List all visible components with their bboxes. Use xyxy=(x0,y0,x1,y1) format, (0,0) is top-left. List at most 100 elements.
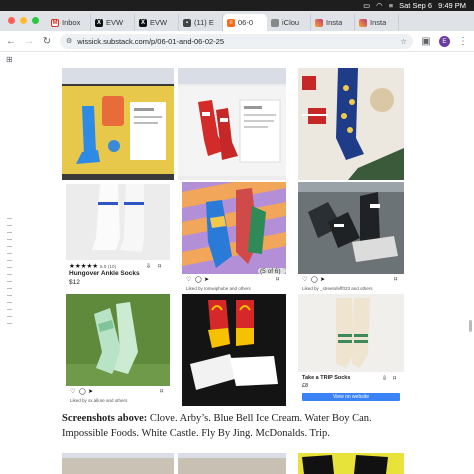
fly-by-jing-socks-illustration xyxy=(66,294,170,386)
gallery-image-impossible[interactable]: (5 of 6) ♡ ◯ ➤ ⌑ Liked by tomwiphube and… xyxy=(182,182,286,296)
tab-label: Inbox xyxy=(62,18,81,27)
heart-icon[interactable]: ♡ xyxy=(186,276,191,283)
substack-icon: ≡ xyxy=(227,18,235,27)
heart-icon[interactable]: ♡ xyxy=(302,276,307,283)
product-name: Hungover Ankle Socks xyxy=(69,270,140,277)
comment-icon[interactable]: ◯ xyxy=(311,276,318,283)
instagram-icon xyxy=(359,18,367,27)
reload-icon[interactable]: ↻ xyxy=(42,36,52,47)
mcdonalds-socks-illustration xyxy=(182,294,286,406)
rating-count: (10) xyxy=(108,264,117,269)
address-bar[interactable]: ⚙ wissick.substack.com/p/06-01-and-06-02… xyxy=(60,33,413,49)
post-rating: ★★★★★ 5.0 (10) xyxy=(69,263,117,270)
comment-icon[interactable]: ◯ xyxy=(195,276,202,283)
more-menu-icon[interactable]: ⋮ xyxy=(458,36,468,47)
tab-instagram-1[interactable]: Insta xyxy=(311,14,355,31)
send-icon[interactable]: ➤ xyxy=(320,276,325,283)
tab-label: 06-0 xyxy=(238,18,254,27)
product-name: Take a TRIP Socks xyxy=(302,375,351,381)
page-content: ★★★★★ 5.0 (10) ⇩ ⌑ Hungover Ankle Socks … xyxy=(0,68,474,474)
app-icon: ▪ xyxy=(183,18,191,27)
tab-label: (11) E xyxy=(194,18,214,27)
apple-icon xyxy=(271,18,279,27)
url-text[interactable]: wissick.substack.com/p/06-01-and-06-02-2… xyxy=(77,37,224,46)
site-info-icon[interactable]: ⚙ xyxy=(66,37,72,45)
x-icon: X xyxy=(139,18,147,27)
battery-icon[interactable]: ▭ xyxy=(363,0,370,11)
back-arrow-icon[interactable]: ← xyxy=(6,36,16,47)
clove-socks-illustration xyxy=(76,96,166,164)
x-icon: X xyxy=(95,18,103,27)
tab-strip: M Inbox X EVW X EVW ▪ (11) E ≡ 06-0 iClo… xyxy=(0,11,474,31)
send-icon[interactable]: ➤ xyxy=(204,276,209,283)
gallery-image-fly-by-jing[interactable]: ♡ ◯ ➤ ⌑ Liked by sx.allure and others xyxy=(66,294,170,406)
scroll-progress-marks xyxy=(7,218,13,330)
comment-icon[interactable]: ◯ xyxy=(79,388,86,395)
tab-label: EVW xyxy=(106,18,124,27)
macos-menubar: ▭ ◠ ≡ Sat Sep 6 9:49 PM xyxy=(0,0,474,11)
gallery-image-water-boy[interactable]: ★★★★★ 5.0 (10) ⇩ ⌑ Hungover Ankle Socks … xyxy=(66,184,170,296)
next-socks-illustration xyxy=(298,453,404,474)
tab-label: Insta xyxy=(370,18,387,27)
bookmark-icon[interactable]: ⌑ xyxy=(276,276,279,283)
gallery-image-next-1[interactable] xyxy=(62,453,174,474)
trip-socks-illustration xyxy=(298,294,404,372)
window-controls xyxy=(0,17,47,31)
likes-text: Liked by sx.allure and others xyxy=(70,398,128,403)
rating-value: 5.0 xyxy=(99,264,107,269)
tab-x-2[interactable]: X EVW xyxy=(135,14,179,31)
impossible-socks-illustration xyxy=(182,182,286,274)
minimize-window-button[interactable] xyxy=(20,17,27,24)
likes-text: Liked by tomwiphube and others xyxy=(186,286,251,291)
heart-icon[interactable]: ♡ xyxy=(70,388,75,395)
caption-label: Screenshots above: xyxy=(62,413,148,424)
menubar-date[interactable]: Sat Sep 6 xyxy=(399,0,432,11)
tab-substack-active[interactable]: ≡ 06-0 xyxy=(223,14,267,31)
send-icon[interactable]: ➤ xyxy=(88,388,93,395)
sidepanel-icon[interactable]: ▣ xyxy=(421,36,431,47)
gallery-image-clove[interactable] xyxy=(62,68,174,180)
likes-text: Liked by _streetofeff023 and others xyxy=(302,286,373,291)
gallery-image-trip[interactable]: Take a TRIP Socks £8 ⇩ ⌑ View on website xyxy=(298,294,404,406)
share-icon[interactable]: ⇩ xyxy=(146,263,151,270)
gallery-image-next-3[interactable] xyxy=(298,453,404,474)
share-icon[interactable]: ⇩ xyxy=(382,375,387,382)
image-counter: (5 of 6) xyxy=(260,268,281,275)
bookmarks-bar: ⊞ xyxy=(0,52,474,68)
tab-label: iClou xyxy=(282,18,300,27)
screenshots-caption: Screenshots above: Clove. Arby’s. Blue B… xyxy=(62,411,412,441)
bookmark-icon[interactable]: ⌑ xyxy=(394,276,397,283)
tab-instagram-2[interactable]: Insta xyxy=(355,14,399,31)
scrollbar-handle[interactable] xyxy=(469,320,472,332)
bookmark-icon[interactable]: ⌑ xyxy=(393,375,396,382)
tab-x-1[interactable]: X EVW xyxy=(91,14,135,31)
forward-arrow-icon[interactable]: → xyxy=(24,36,34,47)
tab-label: EVW xyxy=(150,18,168,27)
product-price: $12 xyxy=(69,279,80,286)
tab-inbox[interactable]: M Inbox xyxy=(47,14,91,31)
water-boy-socks-illustration xyxy=(66,184,170,260)
gallery-image-blue-bell[interactable] xyxy=(298,68,404,180)
tab-icloud[interactable]: iClou xyxy=(267,14,311,31)
blue-bell-socks-illustration xyxy=(298,68,404,180)
bookmark-star-icon[interactable]: ☆ xyxy=(400,37,407,46)
bookmark-icon[interactable]: ⌑ xyxy=(158,263,161,270)
gallery-image-mcdonalds[interactable] xyxy=(182,294,286,406)
product-price: £8 xyxy=(302,383,309,389)
gallery-image-white-castle[interactable]: ♡ ◯ ➤ ⌑ Liked by _streetofeff023 and oth… xyxy=(298,182,404,296)
apps-grid-icon[interactable]: ⊞ xyxy=(6,55,13,64)
close-window-button[interactable] xyxy=(8,17,15,24)
profile-avatar[interactable]: E xyxy=(439,35,450,47)
view-on-website-button[interactable]: View on website xyxy=(302,393,400,401)
tab-app[interactable]: ▪ (11) E xyxy=(179,14,223,31)
menubar-time[interactable]: 9:49 PM xyxy=(438,0,466,11)
bookmark-icon[interactable]: ⌑ xyxy=(160,388,163,395)
wifi-icon[interactable]: ◠ xyxy=(376,0,383,11)
control-center-icon[interactable]: ≡ xyxy=(389,0,393,11)
instagram-icon xyxy=(315,18,323,27)
gallery-image-arbys[interactable] xyxy=(178,68,286,180)
arbys-socks-illustration xyxy=(178,86,286,176)
gmail-icon: M xyxy=(51,18,59,27)
zoom-window-button[interactable] xyxy=(32,17,39,24)
gallery-image-next-2[interactable] xyxy=(178,453,286,474)
